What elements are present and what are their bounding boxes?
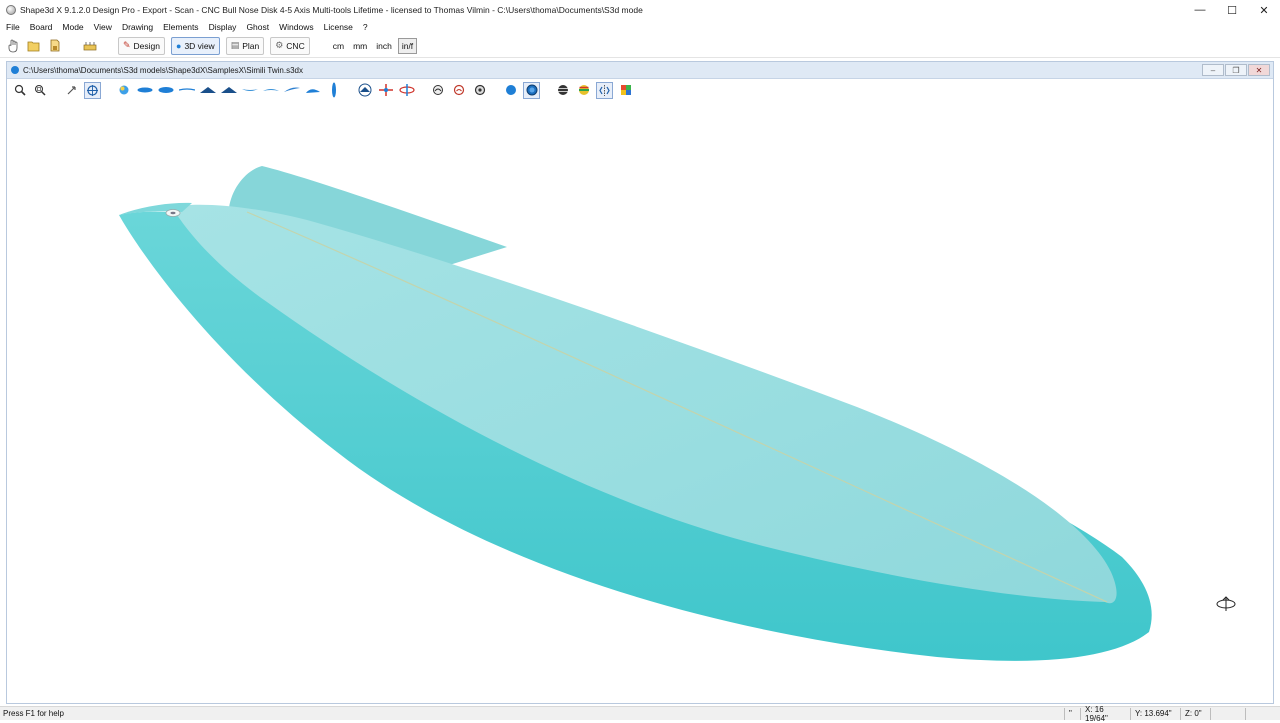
document-controls: – ❐ ✕ bbox=[1201, 64, 1270, 76]
document-icon bbox=[11, 66, 19, 74]
menu-file[interactable]: File bbox=[6, 22, 20, 32]
unit-inch-fraction-button[interactable]: in/f bbox=[397, 37, 418, 54]
status-bar: Press F1 for help " X: 16 19/64" Y: 13.6… bbox=[0, 705, 1280, 723]
menu-elements[interactable]: Elements bbox=[163, 22, 198, 32]
cnc-icon: ⚙ bbox=[275, 40, 284, 50]
cnc-mode-label: CNC bbox=[286, 40, 305, 51]
view-side-2-icon[interactable] bbox=[220, 82, 237, 99]
scale-icon[interactable] bbox=[83, 39, 97, 53]
3d-view-mode-button[interactable]: ● 3D view bbox=[171, 36, 220, 55]
hand-icon[interactable] bbox=[6, 39, 20, 53]
curvature-icon[interactable] bbox=[575, 82, 592, 99]
menu-windows[interactable]: Windows bbox=[279, 22, 313, 32]
plan-icon: ▤ bbox=[230, 40, 240, 50]
design-mode-button[interactable]: ✎ Design bbox=[118, 36, 166, 55]
title-bar: Shape3d X 9.1.2.0 Design Pro - Export - … bbox=[0, 0, 1280, 20]
document-restore-button[interactable]: ❐ bbox=[1225, 64, 1247, 76]
menu-drawing[interactable]: Drawing bbox=[122, 22, 153, 32]
fin-grey-icon[interactable] bbox=[471, 82, 488, 99]
unit-mm-button[interactable]: mm bbox=[350, 38, 370, 54]
move-axes-icon[interactable] bbox=[377, 82, 394, 99]
view-side-icon[interactable] bbox=[199, 82, 216, 99]
color-palette-icon[interactable] bbox=[115, 82, 132, 99]
menu-ghost[interactable]: Ghost bbox=[246, 22, 269, 32]
rotate-axes-icon[interactable] bbox=[398, 82, 415, 99]
document-path: C:\Users\thoma\Documents\S3d models\Shap… bbox=[23, 65, 303, 75]
status-empty-2 bbox=[1245, 707, 1280, 720]
app-icon bbox=[6, 5, 16, 15]
main-toolbar: ✎ Design ● 3D view ▤ Plan ⚙ CNC cm mm in… bbox=[0, 34, 1280, 58]
status-quote: " bbox=[1064, 707, 1080, 720]
menu-license[interactable]: License bbox=[324, 22, 353, 32]
status-y-coordinate: Y: 13.694" bbox=[1130, 707, 1180, 720]
unit-inch-button[interactable]: inch bbox=[373, 38, 395, 54]
menu-help[interactable]: ? bbox=[363, 22, 368, 32]
shading-active-icon[interactable] bbox=[523, 81, 540, 99]
view-rail-icon[interactable] bbox=[283, 82, 300, 99]
window-controls: — ☐ ✕ bbox=[1184, 0, 1280, 20]
view-nose-icon[interactable] bbox=[304, 82, 321, 99]
minimize-button[interactable]: — bbox=[1184, 0, 1216, 20]
document-close-button[interactable]: ✕ bbox=[1248, 64, 1270, 76]
window-title: Shape3d X 9.1.2.0 Design Pro - Export - … bbox=[20, 5, 643, 15]
pan-icon[interactable] bbox=[63, 82, 80, 99]
design-icon: ✎ bbox=[123, 40, 131, 50]
view-profile-icon[interactable] bbox=[178, 82, 195, 99]
menu-view[interactable]: View bbox=[94, 22, 112, 32]
zoom-icon[interactable] bbox=[11, 82, 28, 99]
unit-cm-button[interactable]: cm bbox=[330, 38, 347, 54]
menu-mode[interactable]: Mode bbox=[62, 22, 83, 32]
layers-color-icon[interactable] bbox=[617, 82, 634, 99]
document-window: C:\Users\thoma\Documents\S3d models\Shap… bbox=[6, 61, 1274, 704]
surfboard-3d-view bbox=[119, 166, 1236, 661]
view-rocker-icon[interactable] bbox=[241, 82, 258, 99]
status-help-text: Press F1 for help bbox=[3, 709, 64, 718]
fin-red-icon[interactable] bbox=[450, 82, 467, 99]
close-button[interactable]: ✕ bbox=[1248, 0, 1280, 20]
menu-display[interactable]: Display bbox=[209, 22, 237, 32]
view-front-icon[interactable] bbox=[325, 82, 342, 99]
document-title-bar: C:\Users\thoma\Documents\S3d models\Shap… bbox=[7, 62, 1273, 79]
rotate-cursor-icon bbox=[1216, 596, 1236, 611]
shading-icon[interactable] bbox=[502, 82, 519, 99]
rotate-icon[interactable] bbox=[84, 81, 101, 99]
design-mode-label: Design bbox=[133, 40, 161, 51]
status-z-coordinate: Z: 0" bbox=[1180, 707, 1210, 720]
wireframe-icon[interactable] bbox=[554, 82, 571, 99]
zoom-window-icon[interactable] bbox=[32, 82, 49, 99]
cnc-mode-button[interactable]: ⚙ CNC bbox=[270, 36, 310, 55]
maximize-button[interactable]: ☐ bbox=[1216, 0, 1248, 20]
view-toolbar bbox=[7, 79, 1273, 101]
plan-mode-button[interactable]: ▤ Plan bbox=[225, 36, 265, 55]
menu-board[interactable]: Board bbox=[30, 22, 53, 32]
document-minimize-button[interactable]: – bbox=[1202, 64, 1224, 76]
3d-view-icon: ● bbox=[176, 40, 182, 51]
fin-box-icon[interactable] bbox=[429, 82, 446, 99]
status-empty-1 bbox=[1210, 707, 1245, 720]
menu-bar: File Board Mode View Drawing Elements Di… bbox=[0, 20, 1280, 34]
view-bottom-icon[interactable] bbox=[136, 82, 153, 99]
save-icon[interactable] bbox=[48, 39, 62, 53]
open-icon[interactable] bbox=[27, 39, 41, 53]
view-rocker-2-icon[interactable] bbox=[262, 82, 279, 99]
3d-view-mode-label: 3D view bbox=[184, 40, 215, 51]
plan-mode-label: Plan bbox=[242, 40, 260, 51]
3d-canvas[interactable] bbox=[7, 102, 1273, 703]
status-x-coordinate: X: 16 19/64" bbox=[1080, 705, 1130, 723]
view-deck-icon[interactable] bbox=[157, 82, 174, 99]
orbit-icon[interactable] bbox=[356, 82, 373, 99]
symmetry-icon[interactable] bbox=[596, 81, 613, 99]
